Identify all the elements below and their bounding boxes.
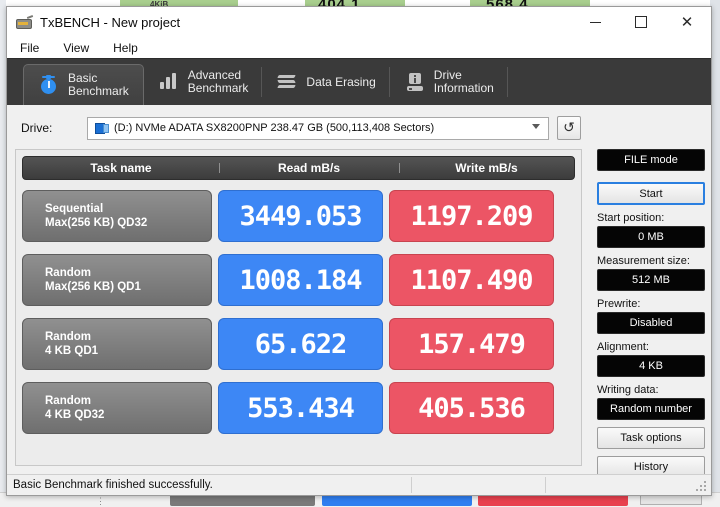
minimize-icon: [590, 21, 601, 23]
task-name-cell: Random 4 KB QD1: [22, 318, 212, 370]
write-value: 157.479: [418, 328, 526, 360]
read-value: 3449.053: [239, 200, 362, 232]
start-position-value[interactable]: 0 MB: [597, 226, 705, 248]
refresh-icon: ↺: [563, 120, 575, 136]
drive-selector-row: Drive: (D:) NVMe ADATA SX8200PNP 238.47 …: [7, 115, 711, 141]
write-value: 1107.490: [410, 264, 533, 296]
maximize-button[interactable]: [618, 7, 663, 37]
read-value-cell: 3449.053: [218, 190, 383, 242]
start-position-label: Start position:: [597, 212, 665, 224]
task-name-cell: Random Max(256 KB) QD1: [22, 254, 212, 306]
alignment-label: Alignment:: [597, 341, 649, 353]
shredder-icon: [276, 70, 298, 94]
prewrite-value[interactable]: Disabled: [597, 312, 705, 334]
txbench-window: TxBENCH - New project ✕ File View Help B…: [6, 6, 712, 496]
bar-chart-icon: [158, 70, 180, 94]
benchmark-results-panel: Task name Read mB/s Write mB/s Sequentia…: [15, 149, 582, 466]
drive-info-icon: [404, 70, 426, 94]
table-row: Random 4 KB QD32 553.434 405.536: [22, 380, 575, 436]
read-value: 553.434: [247, 392, 355, 424]
task-line2: Max(256 KB) QD32: [45, 217, 148, 229]
read-value: 65.622: [254, 328, 348, 360]
write-value: 1197.209: [410, 200, 533, 232]
stopwatch-icon: [38, 73, 60, 97]
drive-icon: [95, 122, 109, 134]
tab-drive-information-label: Drive Information: [434, 69, 494, 95]
table-row: Sequential Max(256 KB) QD32 3449.053 119…: [22, 188, 575, 244]
task-name-cell: Sequential Max(256 KB) QD32: [22, 190, 212, 242]
tab-basic-line2: Benchmark: [68, 84, 129, 98]
menu-item-file[interactable]: File: [17, 40, 42, 56]
column-header-task-name: Task name: [90, 161, 152, 175]
read-value-cell: 1008.184: [218, 254, 383, 306]
minimize-button[interactable]: [573, 7, 618, 37]
status-message: Basic Benchmark finished successfully.: [13, 479, 213, 491]
task-line2: 4 KB QD32: [45, 409, 105, 421]
drive-dropdown[interactable]: (D:) NVMe ADATA SX8200PNP 238.47 GB (500…: [87, 116, 549, 140]
menu-item-help[interactable]: Help: [110, 40, 141, 56]
status-divider-2: [545, 477, 546, 493]
write-value: 405.536: [418, 392, 526, 424]
writing-data-value[interactable]: Random number: [597, 398, 705, 420]
task-line2: Max(256 KB) QD1: [45, 281, 141, 293]
start-button[interactable]: Start: [597, 182, 705, 205]
task-line1: Sequential: [45, 203, 104, 215]
menu-bar: File View Help: [7, 37, 711, 58]
chevron-down-icon: [532, 123, 540, 132]
table-row: Random 4 KB QD1 65.622 157.479: [22, 316, 575, 372]
file-mode-button[interactable]: FILE mode: [597, 149, 705, 171]
tab-bar: Basic Benchmark Advanced Benchmark Data …: [7, 58, 711, 105]
window-controls: ✕: [573, 7, 711, 37]
column-header-write: Write mB/s: [399, 161, 574, 175]
tab-advanced-benchmark[interactable]: Advanced Benchmark: [144, 59, 263, 105]
write-value-cell: 1107.490: [389, 254, 554, 306]
status-divider-1: [411, 477, 412, 493]
drive-label: Drive:: [21, 121, 53, 135]
table-row: Random Max(256 KB) QD1 1008.184 1107.490: [22, 252, 575, 308]
maximize-icon: [634, 16, 647, 28]
client-area: Drive: (D:) NVMe ADATA SX8200PNP 238.47 …: [7, 105, 711, 478]
drive-selected-value: (D:) NVMe ADATA SX8200PNP 238.47 GB (500…: [114, 122, 435, 134]
tab-advanced-benchmark-label: Advanced Benchmark: [188, 69, 249, 95]
close-icon: ✕: [680, 12, 694, 31]
tab-advanced-line2: Benchmark: [187, 81, 249, 95]
alignment-value[interactable]: 4 KB: [597, 355, 705, 377]
write-value-cell: 1197.209: [389, 190, 554, 242]
measurement-size-label: Measurement size:: [597, 255, 690, 267]
resize-grip[interactable]: [696, 481, 708, 493]
write-value-cell: 405.536: [389, 382, 554, 434]
writing-data-label: Writing data:: [597, 384, 659, 396]
options-panel: FILE mode Start Start position: 0 MB Mea…: [597, 149, 705, 478]
task-line1: Random: [45, 331, 91, 343]
write-value-cell: 157.479: [389, 318, 554, 370]
close-button[interactable]: ✕: [663, 7, 711, 37]
tab-basic-benchmark-label: Basic Benchmark: [68, 72, 129, 98]
title-bar[interactable]: TxBENCH - New project ✕: [7, 7, 711, 37]
task-line2: 4 KB QD1: [45, 345, 99, 357]
tab-data-erasing[interactable]: Data Erasing: [262, 59, 390, 105]
read-value: 1008.184: [239, 264, 362, 296]
status-bar: Basic Benchmark finished successfully.: [7, 474, 711, 495]
background-ellipsis: ⋮: [96, 496, 105, 506]
tab-data-erasing-label: Data Erasing: [306, 74, 376, 89]
task-line1: Random: [45, 267, 91, 279]
read-value-cell: 65.622: [218, 318, 383, 370]
app-icon: [16, 14, 34, 30]
tab-basic-benchmark[interactable]: Basic Benchmark: [23, 64, 144, 105]
measurement-size-value[interactable]: 512 MB: [597, 269, 705, 291]
refresh-drives-button[interactable]: ↺: [557, 116, 581, 140]
prewrite-label: Prewrite:: [597, 298, 641, 310]
menu-item-view[interactable]: View: [60, 40, 92, 56]
tab-drive-information[interactable]: Drive Information: [390, 59, 508, 105]
task-line1: Random: [45, 395, 91, 407]
window-title: TxBENCH - New project: [40, 14, 181, 30]
tab-drive-line2: Information: [433, 81, 494, 95]
column-header-read: Read mB/s: [219, 161, 399, 175]
task-options-button[interactable]: Task options: [597, 427, 705, 449]
results-header-row: Task name Read mB/s Write mB/s: [22, 156, 575, 180]
task-name-cell: Random 4 KB QD32: [22, 382, 212, 434]
read-value-cell: 553.434: [218, 382, 383, 434]
tab-erasing-line1: Data Erasing: [306, 74, 376, 89]
